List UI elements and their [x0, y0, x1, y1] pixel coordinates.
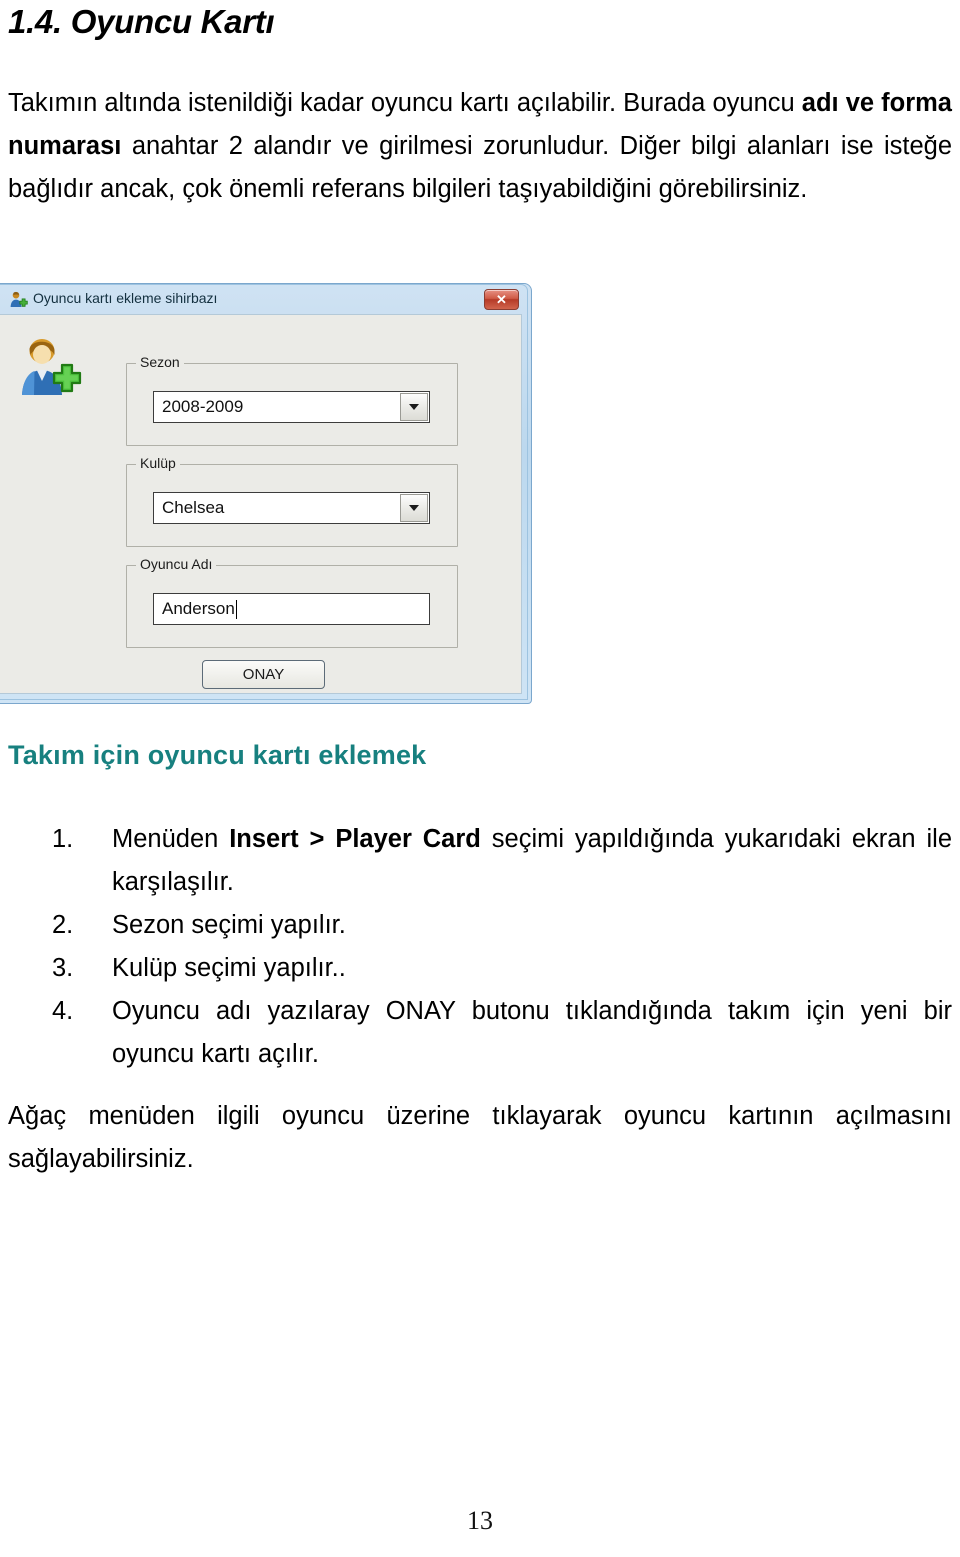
- chevron-down-icon[interactable]: [400, 494, 428, 522]
- dialog-client-area: Sezon 2008-2009 Kulüp Chelsea Oyuncu Adı…: [0, 314, 522, 694]
- group-kulup: Kulüp Chelsea: [126, 455, 458, 547]
- close-icon[interactable]: ✕: [484, 289, 519, 310]
- list-marker: 1.: [52, 825, 74, 853]
- player-card-wizard-window: Oyuncu kartı ekleme sihirbazı ✕ Sezon 20…: [0, 283, 532, 704]
- group-label-sezon: Sezon: [136, 354, 184, 370]
- list-item-text: Menüden Insert > Player Card seçimi yapı…: [112, 825, 953, 896]
- list-marker: 3.: [52, 954, 74, 982]
- window-title: Oyuncu kartı ekleme sihirbazı: [33, 290, 218, 306]
- oyuncu-adi-value: Anderson: [162, 599, 235, 618]
- window-titlebar: Oyuncu kartı ekleme sihirbazı ✕: [0, 284, 527, 314]
- group-label-oyuncu-adi: Oyuncu Adı: [136, 556, 217, 572]
- list-marker: 2.: [52, 911, 74, 939]
- steps-list: 1. Menüden Insert > Player Card seçimi y…: [8, 818, 952, 1076]
- list-item-text: Oyuncu adı yazılaray ONAY butonu tıkland…: [112, 997, 952, 1068]
- list-item-text: Kulüp seçimi yapılır..: [112, 954, 346, 982]
- subsection-heading: Takım için oyuncu kartı eklemek: [8, 740, 427, 770]
- group-label-kulup: Kulüp: [136, 455, 180, 471]
- list-item: 2. Sezon seçimi yapılır.: [8, 904, 952, 947]
- list-item: 1. Menüden Insert > Player Card seçimi y…: [8, 818, 952, 904]
- page-title: 1.4. Oyuncu Kartı: [8, 3, 275, 40]
- sezon-combobox[interactable]: 2008-2009: [153, 391, 430, 423]
- page-number: 13: [467, 1506, 493, 1535]
- list-item: 3. Kulüp seçimi yapılır..: [8, 947, 952, 990]
- kulup-combobox[interactable]: Chelsea: [153, 492, 430, 524]
- sezon-value: 2008-2009: [162, 397, 244, 416]
- group-oyuncu-adi: Oyuncu Adı Anderson: [126, 556, 458, 648]
- kulup-value: Chelsea: [162, 498, 225, 517]
- onay-button[interactable]: ONAY: [202, 660, 325, 689]
- add-user-icon: [10, 291, 28, 308]
- list-marker: 4.: [52, 997, 74, 1025]
- add-user-large-icon: [18, 337, 84, 399]
- intro-paragraph: Takımın altında istenildiği kadar oyuncu…: [8, 89, 952, 203]
- dialog-screenshot: Oyuncu kartı ekleme sihirbazı ✕ Sezon 20…: [0, 283, 532, 704]
- oyuncu-adi-input[interactable]: Anderson: [153, 593, 430, 625]
- list-item-text: Sezon seçimi yapılır.: [112, 911, 346, 939]
- list-item: 4. Oyuncu adı yazılaray ONAY butonu tıkl…: [8, 990, 952, 1076]
- chevron-down-icon[interactable]: [400, 393, 428, 421]
- text-caret: [235, 599, 237, 619]
- closing-paragraph: Ağaç menüden ilgili oyuncu üzerine tıkla…: [8, 1102, 952, 1173]
- group-sezon: Sezon 2008-2009: [126, 354, 458, 446]
